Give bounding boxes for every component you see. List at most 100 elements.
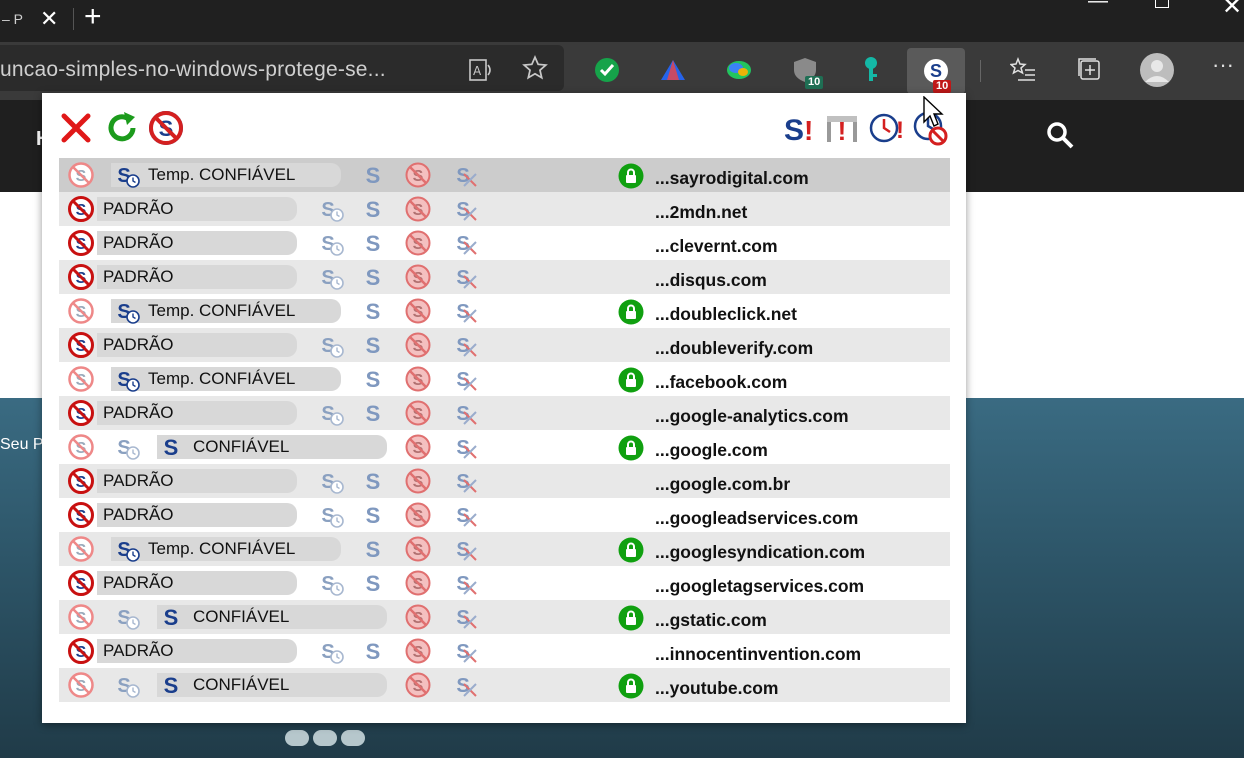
- tools-icon[interactable]: S: [452, 196, 478, 222]
- tools-icon[interactable]: S: [452, 570, 478, 596]
- trust-domain-icon[interactable]: S: [360, 298, 386, 324]
- browser-tab[interactable]: – P ✕: [0, 0, 70, 38]
- temp-clock-alert-icon[interactable]: !: [868, 110, 904, 146]
- close-popup-icon[interactable]: [58, 110, 94, 146]
- scriptsafe-extension-icon[interactable]: S 10: [907, 48, 965, 94]
- trust-domain-icon[interactable]: S: [360, 264, 386, 290]
- tools-icon[interactable]: S: [452, 638, 478, 664]
- address-bar[interactable]: uncao-simples-no-windows-protege-se... A: [0, 45, 564, 91]
- block-domain-icon[interactable]: S: [68, 230, 94, 256]
- tools-icon[interactable]: S: [452, 332, 478, 358]
- block-domain-icon[interactable]: S: [68, 162, 94, 188]
- tools-icon[interactable]: S: [452, 162, 478, 188]
- distrust-domain-icon[interactable]: S: [405, 468, 431, 494]
- trust-domain-icon[interactable]: S: [360, 536, 386, 562]
- temp-trust-icon[interactable]: S: [318, 570, 344, 596]
- tools-icon[interactable]: S: [452, 230, 478, 256]
- window-close-icon[interactable]: ✕: [1222, 0, 1242, 21]
- block-domain-icon[interactable]: S: [68, 264, 94, 290]
- block-domain-icon[interactable]: S: [68, 502, 94, 528]
- maximize-icon[interactable]: [1155, 0, 1169, 8]
- distrust-domain-icon[interactable]: S: [405, 604, 431, 630]
- tools-icon[interactable]: S: [452, 434, 478, 460]
- block-page-icon[interactable]: !: [824, 110, 860, 146]
- temp-trust-icon[interactable]: S: [114, 366, 140, 392]
- distrust-domain-icon[interactable]: S: [405, 162, 431, 188]
- block-domain-icon[interactable]: S: [68, 196, 94, 222]
- site-search-icon[interactable]: [1045, 120, 1075, 155]
- temp-trust-icon[interactable]: S: [114, 604, 140, 630]
- trust-domain-icon[interactable]: S: [158, 604, 184, 630]
- globe-extension-icon[interactable]: [719, 50, 759, 90]
- distrust-domain-icon[interactable]: S: [405, 264, 431, 290]
- temp-trust-icon[interactable]: S: [114, 672, 140, 698]
- block-domain-icon[interactable]: S: [68, 604, 94, 630]
- collections-icon[interactable]: [1076, 56, 1102, 89]
- new-tab-button[interactable]: +: [84, 2, 102, 32]
- block-domain-icon[interactable]: S: [68, 536, 94, 562]
- distrust-domain-icon[interactable]: S: [405, 434, 431, 460]
- block-domain-icon[interactable]: S: [68, 400, 94, 426]
- trust-domain-icon[interactable]: S: [158, 434, 184, 460]
- temp-trust-icon[interactable]: S: [114, 298, 140, 324]
- tools-icon[interactable]: S: [452, 502, 478, 528]
- temp-trust-icon[interactable]: S: [318, 196, 344, 222]
- distrust-domain-icon[interactable]: S: [405, 570, 431, 596]
- trust-domain-icon[interactable]: S: [158, 672, 184, 698]
- block-domain-icon[interactable]: S: [68, 672, 94, 698]
- trust-domain-icon[interactable]: S: [360, 366, 386, 392]
- block-domain-icon[interactable]: S: [68, 366, 94, 392]
- tools-icon[interactable]: S: [452, 366, 478, 392]
- temp-trust-icon[interactable]: S: [318, 638, 344, 664]
- tools-icon[interactable]: S: [452, 536, 478, 562]
- address-text[interactable]: uncao-simples-no-windows-protege-se...: [0, 58, 386, 82]
- block-domain-icon[interactable]: S: [68, 298, 94, 324]
- temp-trust-icon[interactable]: S: [318, 230, 344, 256]
- check-extension-icon[interactable]: [587, 50, 627, 90]
- distrust-domain-icon[interactable]: S: [405, 332, 431, 358]
- tools-icon[interactable]: S: [452, 298, 478, 324]
- profile-avatar-icon[interactable]: [1139, 52, 1175, 95]
- trust-domain-icon[interactable]: S: [360, 230, 386, 256]
- close-tab-icon[interactable]: ✕: [40, 8, 58, 30]
- distrust-domain-icon[interactable]: S: [405, 638, 431, 664]
- triangle-extension-icon[interactable]: [653, 50, 693, 90]
- trust-domain-icon[interactable]: S: [360, 638, 386, 664]
- block-domain-icon[interactable]: S: [68, 434, 94, 460]
- favorite-star-icon[interactable]: [522, 55, 548, 87]
- block-domain-icon[interactable]: S: [68, 468, 94, 494]
- temp-trust-icon[interactable]: S: [318, 468, 344, 494]
- distrust-domain-icon[interactable]: S: [405, 672, 431, 698]
- key-extension-icon[interactable]: [851, 50, 891, 90]
- temp-trust-icon[interactable]: S: [114, 162, 140, 188]
- tools-icon[interactable]: S: [452, 400, 478, 426]
- distrust-domain-icon[interactable]: S: [405, 298, 431, 324]
- scriptsafe-alert-icon[interactable]: S!: [782, 110, 818, 146]
- temp-trust-icon[interactable]: S: [318, 502, 344, 528]
- tools-icon[interactable]: S: [452, 672, 478, 698]
- temp-trust-icon[interactable]: S: [318, 332, 344, 358]
- block-domain-icon[interactable]: S: [68, 638, 94, 664]
- minimize-icon[interactable]: —: [1088, 0, 1108, 13]
- disable-scriptsafe-icon[interactable]: S: [148, 110, 184, 146]
- distrust-domain-icon[interactable]: S: [405, 366, 431, 392]
- distrust-domain-icon[interactable]: S: [405, 536, 431, 562]
- distrust-domain-icon[interactable]: S: [405, 502, 431, 528]
- temp-trust-icon[interactable]: S: [114, 434, 140, 460]
- shield-extension-icon[interactable]: 10: [785, 50, 825, 90]
- read-aloud-icon[interactable]: A: [468, 57, 494, 89]
- distrust-domain-icon[interactable]: S: [405, 196, 431, 222]
- trust-domain-icon[interactable]: S: [360, 332, 386, 358]
- trust-domain-icon[interactable]: S: [360, 570, 386, 596]
- tools-icon[interactable]: S: [452, 604, 478, 630]
- block-domain-icon[interactable]: S: [68, 570, 94, 596]
- block-domain-icon[interactable]: S: [68, 332, 94, 358]
- more-menu-icon[interactable]: ···: [1212, 52, 1234, 78]
- temp-trust-icon[interactable]: S: [318, 400, 344, 426]
- distrust-domain-icon[interactable]: S: [405, 230, 431, 256]
- tools-icon[interactable]: S: [452, 264, 478, 290]
- reload-icon[interactable]: [104, 110, 140, 146]
- temp-trust-icon[interactable]: S: [318, 264, 344, 290]
- temp-trust-icon[interactable]: S: [114, 536, 140, 562]
- trust-domain-icon[interactable]: S: [360, 502, 386, 528]
